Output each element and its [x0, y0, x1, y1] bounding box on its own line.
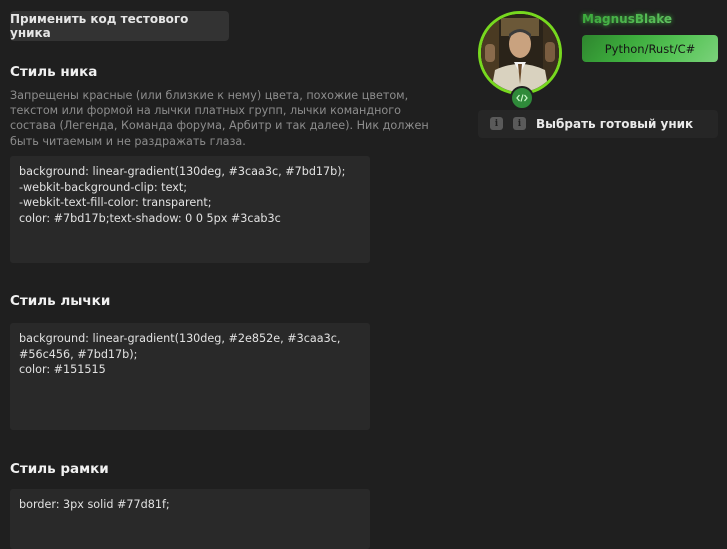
avatar: [478, 11, 562, 95]
info-icon[interactable]: i: [513, 117, 526, 130]
frame-style-code-input[interactable]: border: 3px solid #77d81f;: [10, 489, 370, 549]
user-avatar-photo: [481, 14, 559, 92]
badge-style-code-input[interactable]: background: linear-gradient(130deg, #2e8…: [10, 323, 370, 430]
nick-style-description: Запрещены красные (или близкие к нему) ц…: [10, 89, 429, 148]
title-badge-preview: Python/Rust/C#: [582, 35, 718, 62]
code-icon: [510, 86, 534, 110]
username-preview: MagnusBlake: [582, 12, 673, 26]
info-icon[interactable]: i: [490, 117, 503, 130]
nick-style-code-input[interactable]: background: linear-gradient(130deg, #3ca…: [10, 156, 370, 263]
nick-style-title: Стиль ника: [10, 64, 98, 80]
frame-style-title: Стиль рамки: [10, 461, 109, 477]
apply-test-code-button[interactable]: Применить код тестового уника: [10, 11, 229, 41]
preset-selector[interactable]: i i Выбрать готовый уник: [478, 110, 718, 138]
badge-style-title: Стиль лычки: [10, 293, 111, 309]
choose-preset-link[interactable]: Выбрать готовый уник: [536, 117, 693, 131]
